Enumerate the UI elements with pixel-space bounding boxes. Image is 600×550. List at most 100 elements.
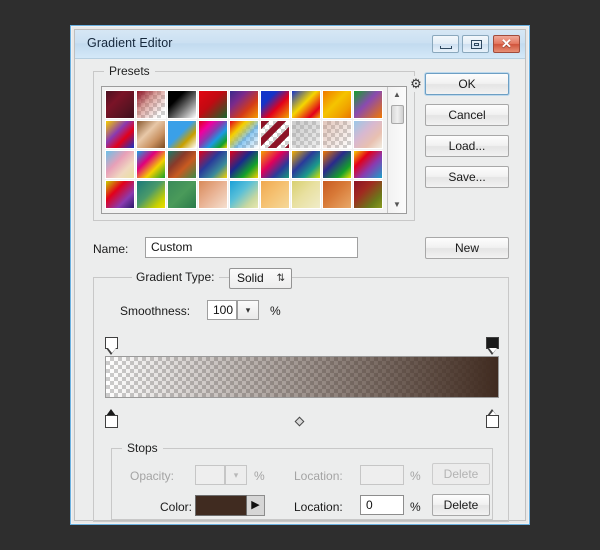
preset-swatch-fill xyxy=(354,151,382,178)
scrollbar-thumb[interactable] xyxy=(391,105,404,124)
title-bar[interactable]: Gradient Editor ✕ xyxy=(75,30,525,59)
opacity-percent-label: % xyxy=(254,469,265,483)
preset-swatch[interactable] xyxy=(260,90,290,119)
gradient-type-label: Gradient Type: xyxy=(132,270,219,284)
opacity-label: Opacity: xyxy=(130,469,175,483)
preset-swatch[interactable] xyxy=(353,150,383,179)
preset-swatch[interactable] xyxy=(291,180,321,209)
preset-swatch-fill xyxy=(137,121,165,148)
scroll-up-icon[interactable]: ▲ xyxy=(388,87,406,103)
preset-swatch[interactable] xyxy=(136,180,166,209)
new-button[interactable]: New xyxy=(425,237,509,259)
triangle-right-icon: ▶ xyxy=(251,499,260,511)
gradient-type-value: Solid xyxy=(237,271,264,285)
preset-swatch[interactable] xyxy=(260,120,290,149)
gradient-preview-fill xyxy=(106,357,498,397)
color-delete-button[interactable]: Delete xyxy=(432,494,490,516)
smoothness-input[interactable]: 100 xyxy=(207,300,237,320)
preset-swatch[interactable] xyxy=(229,150,259,179)
opacity-stop-right-pointer-fill xyxy=(488,348,497,353)
gradient-preview-bar[interactable] xyxy=(105,356,499,398)
presets-panel: ▲ ▼ xyxy=(101,86,407,214)
color-label: Color: xyxy=(160,500,193,514)
preset-swatch[interactable] xyxy=(167,90,197,119)
updown-icon: ⇅ xyxy=(276,273,285,284)
stops-group: Stops Opacity: ▾ % Location: % Delete Co… xyxy=(111,441,493,520)
preset-swatch[interactable] xyxy=(229,180,259,209)
preset-swatch[interactable] xyxy=(167,180,197,209)
presets-scrollbar[interactable]: ▲ ▼ xyxy=(387,87,406,213)
preset-swatch-fill xyxy=(106,91,134,118)
preset-swatch-fill xyxy=(199,181,227,208)
preset-swatch[interactable] xyxy=(291,120,321,149)
preset-swatch-fill xyxy=(292,151,320,178)
scroll-down-icon[interactable]: ▼ xyxy=(388,197,406,213)
close-icon: ✕ xyxy=(501,36,512,51)
color-stop-left[interactable] xyxy=(105,409,118,428)
preset-swatch[interactable] xyxy=(198,120,228,149)
preset-swatch[interactable] xyxy=(136,150,166,179)
preset-swatch-fill xyxy=(261,121,289,148)
name-input[interactable]: Custom xyxy=(145,237,358,258)
presets-swatch-grid xyxy=(105,90,387,210)
maximize-icon xyxy=(471,40,482,49)
preset-swatch[interactable] xyxy=(229,90,259,119)
preset-swatch-fill xyxy=(199,121,227,148)
load-button[interactable]: Load... xyxy=(425,135,509,157)
preset-swatch[interactable] xyxy=(322,120,352,149)
stops-group-label: Stops xyxy=(122,441,163,455)
color-stop-right[interactable] xyxy=(486,409,499,428)
close-button[interactable]: ✕ xyxy=(493,35,520,53)
save-button[interactable]: Save... xyxy=(425,166,509,188)
maximize-button[interactable] xyxy=(462,35,489,53)
opacity-input xyxy=(195,465,225,485)
preset-swatch[interactable] xyxy=(291,150,321,179)
preset-swatch[interactable] xyxy=(136,120,166,149)
color-stop-right-house xyxy=(486,415,499,428)
color-location-percent-label: % xyxy=(410,500,421,514)
opacity-location-percent-label: % xyxy=(410,469,421,483)
preset-swatch-fill xyxy=(230,181,258,208)
color-location-input[interactable]: 0 xyxy=(360,495,404,515)
smoothness-dropdown-button[interactable]: ▾ xyxy=(237,300,259,320)
name-label: Name: xyxy=(93,242,129,256)
preset-swatch[interactable] xyxy=(198,90,228,119)
preset-swatch[interactable] xyxy=(167,120,197,149)
ok-button[interactable]: OK xyxy=(425,73,509,95)
opacity-stop-left-pointer-fill xyxy=(107,348,116,353)
preset-swatch[interactable] xyxy=(167,150,197,179)
preset-swatch-fill xyxy=(292,181,320,208)
preset-swatch[interactable] xyxy=(260,150,290,179)
preset-swatch[interactable] xyxy=(198,180,228,209)
cancel-button[interactable]: Cancel xyxy=(425,104,509,126)
preset-swatch[interactable] xyxy=(105,150,135,179)
color-dropdown-button[interactable]: ▶ xyxy=(247,495,265,516)
preset-swatch[interactable] xyxy=(105,90,135,119)
minimize-button[interactable] xyxy=(432,35,459,53)
window-title: Gradient Editor xyxy=(87,36,173,50)
preset-swatch[interactable] xyxy=(322,90,352,119)
preset-swatch[interactable] xyxy=(105,120,135,149)
preset-swatch[interactable] xyxy=(105,180,135,209)
opacity-stop-right[interactable] xyxy=(486,337,499,355)
preset-swatch[interactable] xyxy=(260,180,290,209)
preset-swatch-fill xyxy=(168,91,196,118)
preset-swatch[interactable] xyxy=(353,120,383,149)
preset-swatch-fill xyxy=(106,181,134,208)
preset-swatch[interactable] xyxy=(322,150,352,179)
preset-swatch[interactable] xyxy=(322,180,352,209)
preset-swatch[interactable] xyxy=(291,90,321,119)
chevron-down-icon: ▾ xyxy=(245,305,251,315)
preset-swatch[interactable] xyxy=(198,150,228,179)
preset-swatch[interactable] xyxy=(353,180,383,209)
gradient-type-select[interactable]: Solid ⇅ xyxy=(229,268,292,289)
gradient-midpoint-marker[interactable] xyxy=(294,416,305,427)
preset-swatch[interactable] xyxy=(229,120,259,149)
opacity-stop-left[interactable] xyxy=(105,337,118,355)
color-swatch-button[interactable] xyxy=(195,495,247,516)
preset-swatch[interactable] xyxy=(353,90,383,119)
presets-menu-button[interactable]: ⚙ xyxy=(405,76,427,92)
preset-swatch-fill xyxy=(168,181,196,208)
opacity-delete-button: Delete xyxy=(432,463,490,485)
preset-swatch[interactable] xyxy=(136,90,166,119)
